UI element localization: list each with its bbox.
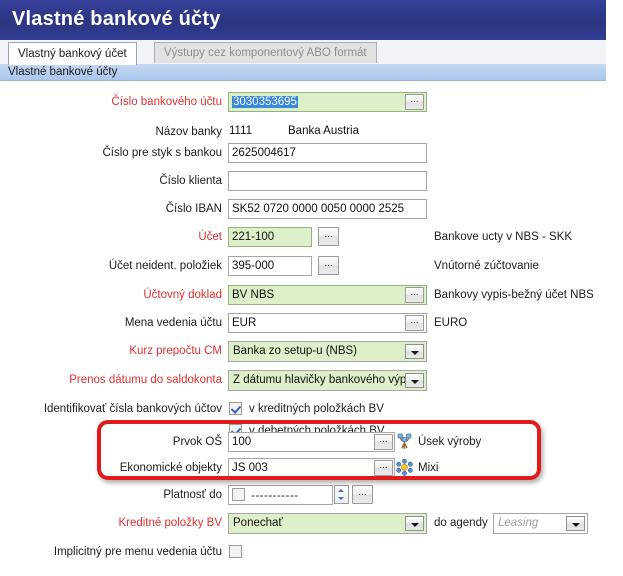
row-account-currency: Mena vedenia účtu EUR ... EURO	[0, 313, 607, 335]
account-description: Bankove ucty v NBS - SKK	[434, 231, 573, 243]
row-bank-contact-number: Číslo pre styk s bankou 2625004617	[0, 143, 607, 165]
label-bank-name: Názov banky	[155, 126, 222, 138]
label-date-transfer: Prenos dátumu do saldokonta	[69, 374, 222, 386]
tab-vystupy-abo-format[interactable]: Výstupy cez komponentový ABO formát	[154, 42, 377, 63]
spinner-down-icon[interactable]	[338, 497, 344, 500]
label-accounting-document: Účtovný doklad	[143, 289, 222, 301]
account-number-input[interactable]: 3030353695	[228, 92, 427, 112]
account-number-value: 3030353695	[232, 96, 298, 108]
row-economic-objects: Ekonomické objekty JS 003 ... Mixi	[0, 458, 607, 480]
checkbox-implicit-default[interactable]	[229, 545, 242, 558]
economic-objects-description: Mixi	[418, 462, 439, 474]
account-browse-button[interactable]: ...	[318, 227, 339, 246]
valid-until-spinner[interactable]	[334, 485, 349, 504]
date-transfer-combo[interactable]: Z dátumu hlavičky bankového výpis	[228, 370, 427, 391]
application-window: Vlastné bankové účty Vlastný bankový úče…	[0, 0, 607, 570]
label-iban: Číslo IBAN	[165, 203, 222, 215]
org-element-browse-button[interactable]: ...	[374, 434, 393, 450]
chevron-down-icon[interactable]	[405, 373, 424, 388]
label-do-agendy: do agendy	[434, 517, 488, 529]
form-area: Číslo bankového účtu 3030353695 ... Názo…	[0, 81, 607, 570]
economic-objects-browse-button[interactable]: ...	[374, 460, 393, 476]
accounting-document-browse-button[interactable]: ...	[405, 287, 424, 303]
label-account-number: Číslo bankového účtu	[111, 96, 222, 108]
account-currency-input[interactable]: EUR	[228, 313, 427, 333]
label-credit-items: v kreditných položkách BV	[249, 403, 384, 415]
row-valid-until: Platnosť do ----------- ...	[0, 485, 607, 507]
checkbox-credit-items[interactable]	[229, 402, 242, 415]
org-element-description: Úsek výroby	[418, 436, 482, 448]
label-economic-objects: Ekonomické objekty	[119, 462, 222, 474]
chevron-down-icon[interactable]	[566, 516, 585, 531]
row-exchange-rate: Kurz prepočtu CM Banka zo setup-u (NBS)	[0, 341, 607, 363]
row-client-number: Číslo klienta	[0, 171, 607, 193]
unidentified-items-account-browse-button[interactable]: ...	[318, 256, 339, 275]
bank-contact-number-input[interactable]: 2625004617	[228, 143, 427, 163]
bank-code-value: 1111	[229, 125, 253, 137]
account-number-browse-button[interactable]: ...	[405, 94, 424, 110]
row-implicit-default: Implicitný pre menu vedenia účtu	[0, 542, 607, 564]
row-date-transfer: Prenos dátumu do saldokonta Z dátumu hla…	[0, 370, 607, 392]
label-exchange-rate: Kurz prepočtu CM	[129, 345, 222, 357]
row-bank-name: Názov banky 1111 Banka Austria	[0, 122, 607, 144]
label-identify-accounts: Identifikovať čísla bankových účtov	[43, 403, 222, 415]
unidentified-items-account-description: Vnútorné zúčtovanie	[434, 260, 539, 272]
label-credit-items-bv: Kreditné položky BV	[118, 517, 222, 529]
window-title-bar: Vlastné bankové účty	[0, 0, 607, 40]
row-org-element: Prvok OŠ 100 ... Úsek výroby	[0, 432, 607, 454]
exchange-rate-combo[interactable]: Banka zo setup-u (NBS)	[228, 341, 427, 362]
torn-edge-bottom	[0, 569, 623, 576]
unidentified-items-account-input[interactable]: 395-000	[228, 256, 312, 276]
label-bank-contact-number: Číslo pre styk s bankou	[102, 147, 222, 159]
valid-until-input[interactable]: -----------	[228, 485, 333, 505]
agenda-value: Leasing	[498, 517, 539, 529]
label-valid-until: Platnosť do	[163, 489, 222, 501]
valid-until-browse-button[interactable]: ...	[352, 485, 373, 504]
page-title: Vlastné bankové účty	[12, 8, 221, 30]
org-element-input[interactable]: 100	[228, 432, 395, 452]
spinner-up-icon[interactable]	[338, 489, 344, 492]
label-account: Účet	[198, 231, 222, 243]
agenda-combo[interactable]: Leasing	[493, 513, 588, 534]
label-account-currency: Mena vedenia účtu	[124, 317, 222, 329]
torn-edge-right	[606, 0, 623, 576]
label-org-element: Prvok OŠ	[172, 436, 222, 448]
label-client-number: Číslo klienta	[159, 175, 222, 187]
client-number-input[interactable]	[228, 171, 427, 191]
row-accounting-document: Účtovný doklad BV NBS ... Bankovy vypis-…	[0, 285, 607, 307]
exchange-rate-value: Banka zo setup-u (NBS)	[233, 345, 358, 357]
label-implicit-default: Implicitný pre menu vedenia účtu	[53, 546, 222, 558]
credit-items-combo[interactable]: Ponechať	[228, 513, 427, 534]
economic-objects-input[interactable]: JS 003	[228, 458, 395, 478]
chevron-down-icon[interactable]	[405, 516, 424, 531]
checkbox-valid-until[interactable]	[232, 488, 245, 501]
row-account-number: Číslo bankového účtu 3030353695 ...	[0, 92, 607, 114]
accounting-document-input[interactable]: BV NBS	[228, 285, 427, 305]
account-currency-browse-button[interactable]: ...	[405, 315, 424, 331]
accounting-document-description: Bankovy vypis-bežný účet NBS	[434, 289, 594, 301]
account-currency-description: EURO	[434, 317, 468, 329]
group-header: Vlastné bankové účty	[0, 64, 607, 81]
cluster-icon	[396, 458, 413, 476]
date-transfer-value: Z dátumu hlavičky bankového výpis	[233, 374, 415, 386]
bank-name-value: Banka Austria	[288, 125, 359, 137]
account-input[interactable]: 221-100	[228, 227, 312, 247]
chevron-down-icon[interactable]	[405, 344, 424, 359]
tab-strip: Vlastný bankový účet Výstupy cez kompone…	[0, 40, 607, 65]
valid-until-value: -----------	[251, 490, 299, 502]
row-iban: Číslo IBAN SK52 0720 0000 0050 0000 2525	[0, 199, 607, 221]
row-account: Účet 221-100 ... Bankove ucty v NBS - SK…	[0, 227, 607, 249]
tree-icon	[396, 433, 413, 450]
tab-vlastny-bankovy-ucet[interactable]: Vlastný bankový účet	[8, 42, 137, 65]
row-unidentified-items-account: Účet neident. položiek 395-000 ... Vnúto…	[0, 256, 607, 278]
row-credit-items-bv: Kreditné položky BV Ponechať do agendy L…	[0, 513, 607, 535]
label-unidentified-items-account: Účet neident. položiek	[108, 260, 222, 272]
credit-items-value: Ponechať	[233, 517, 283, 529]
iban-input[interactable]: SK52 0720 0000 0050 0000 2525	[228, 199, 427, 219]
